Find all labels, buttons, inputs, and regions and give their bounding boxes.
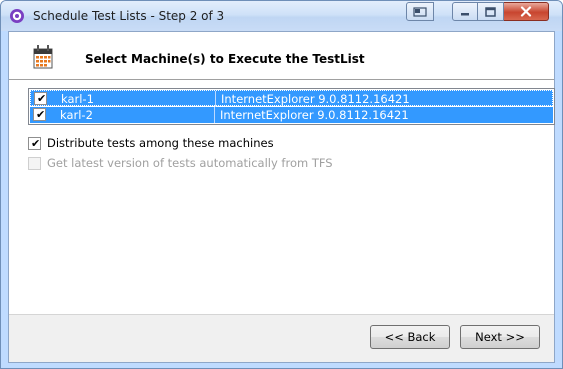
app-gear-icon	[10, 9, 24, 23]
machine-list[interactable]: ✔ karl-1 InternetExplorer 9.0.8112.16421…	[28, 88, 555, 125]
close-icon	[520, 6, 532, 17]
column-divider	[214, 107, 215, 123]
maximize-icon	[485, 6, 496, 17]
restore-icon	[413, 6, 427, 17]
page-title: Select Machine(s) to Execute the TestLis…	[85, 52, 365, 66]
machine-checkbox[interactable]: ✔	[34, 92, 47, 105]
machine-row[interactable]: ✔ karl-1 InternetExplorer 9.0.8112.16421	[30, 90, 553, 107]
restore-button[interactable]	[406, 2, 434, 21]
latest-tfs-checkbox	[28, 157, 41, 170]
maximize-button[interactable]	[478, 2, 504, 21]
machine-name: karl-2	[60, 108, 93, 122]
dialog-content: Select Machine(s) to Execute the TestLis…	[8, 31, 555, 363]
dialog-window: Schedule Test Lists - Step 2 of 3 Select…	[0, 0, 563, 369]
machine-row[interactable]: ✔ karl-2 InternetExplorer 9.0.8112.16421	[30, 107, 553, 123]
calendar-icon	[33, 45, 53, 69]
distribute-checkbox[interactable]: ✔	[28, 137, 41, 150]
title-bar[interactable]: Schedule Test Lists - Step 2 of 3	[1, 1, 562, 31]
machine-browser: InternetExplorer 9.0.8112.16421	[221, 92, 410, 106]
latest-tfs-label: Get latest version of tests automaticall…	[47, 156, 333, 170]
machine-browser: InternetExplorer 9.0.8112.16421	[220, 108, 409, 122]
window-title: Schedule Test Lists - Step 2 of 3	[33, 9, 225, 23]
machine-checkbox[interactable]: ✔	[33, 108, 46, 121]
checkmark-icon: ✔	[31, 137, 41, 150]
back-button[interactable]: << Back	[370, 325, 450, 349]
distribute-label[interactable]: Distribute tests among these machines	[47, 136, 274, 150]
column-divider	[215, 91, 216, 107]
next-button[interactable]: Next >>	[460, 325, 540, 349]
checkmark-icon: ✔	[36, 108, 46, 121]
button-bar: << Back Next >>	[9, 315, 554, 362]
checkmark-icon: ✔	[37, 92, 47, 105]
machine-name: karl-1	[61, 92, 94, 106]
minimize-button[interactable]	[452, 2, 478, 21]
close-button[interactable]	[504, 2, 549, 21]
minimize-icon	[461, 12, 469, 15]
header-divider	[9, 79, 554, 80]
